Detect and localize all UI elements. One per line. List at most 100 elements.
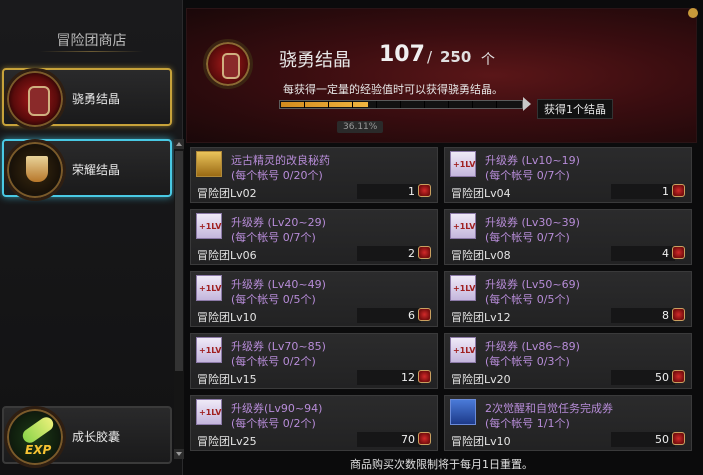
sidebar-item-glory-crystal[interactable]: 荣耀结晶 bbox=[2, 139, 172, 201]
item-price: 70 bbox=[401, 433, 415, 446]
progress-arrow-icon bbox=[523, 97, 531, 111]
item-name: 2次觉醒和自觉任务完成券 bbox=[485, 402, 613, 415]
progress-segment-divider bbox=[448, 101, 449, 108]
item-price: 50 bbox=[655, 433, 669, 446]
reset-notice: 商品购买次数限制将于每月1日重置。 bbox=[350, 458, 533, 471]
potion-icon bbox=[196, 151, 222, 177]
ticket-glyph: +1LV bbox=[199, 222, 222, 231]
progress-segment-divider bbox=[424, 101, 425, 108]
progress-segment-divider bbox=[496, 101, 497, 108]
currency-separator: / bbox=[427, 48, 433, 66]
item-name: 升级券 (Lv86~89) bbox=[485, 340, 580, 353]
crystal-currency-icon bbox=[672, 246, 685, 259]
shop-item-card[interactable]: +1LV 升级券 (Lv40~49) (每个帐号 0/5个) 冒险团Lv10 6 bbox=[190, 271, 438, 327]
item-requirement: 冒险团Lv08 bbox=[451, 249, 511, 262]
item-price: 4 bbox=[662, 247, 669, 260]
item-requirement: 冒险团Lv04 bbox=[451, 187, 511, 200]
item-requirement: 冒险团Lv10 bbox=[197, 311, 257, 324]
sidebar-item-label: 骁勇结晶 bbox=[72, 92, 121, 106]
scroll-down-arrow-icon[interactable] bbox=[174, 449, 184, 459]
shop-item-card[interactable]: +1LV 升级券 (Lv10~19) (每个帐号 0/7个) 冒险团Lv04 1 bbox=[444, 147, 692, 203]
item-name: 远古精灵的改良秘药 bbox=[231, 154, 330, 167]
currency-count: 107 bbox=[379, 42, 425, 67]
shop-item-card[interactable]: +1LV 升级券 (Lv50~69) (每个帐号 0/5个) 冒险团Lv12 8 bbox=[444, 271, 692, 327]
item-requirement: 冒险团Lv25 bbox=[197, 435, 257, 448]
shop-item-card[interactable]: 2次觉醒和自觉任务完成券 (每个帐号 1/1个) 冒险团Lv10 50 bbox=[444, 395, 692, 451]
crystal-currency-icon bbox=[672, 370, 685, 383]
item-purchase-limit: (每个帐号 0/3个) bbox=[485, 355, 570, 368]
shop-main-panel: 骁勇结晶 107 / 250 个 每获得一定量的经验值时可以获得骁勇结晶。 获得… bbox=[186, 8, 697, 475]
item-grid: 远古精灵的改良秘药 (每个帐号 0/20个) 冒险团Lv02 1 +1LV 升级券 (Lv… bbox=[186, 147, 694, 463]
progress-segment-divider bbox=[304, 101, 305, 108]
shop-item-card[interactable]: +1LV 升级券 (Lv20~29) (每个帐号 0/7个) 冒险团Lv06 2 bbox=[190, 209, 438, 265]
item-list-scrollbar[interactable] bbox=[174, 139, 184, 459]
progress-segment-divider bbox=[328, 101, 329, 108]
item-purchase-limit: (每个帐号 0/2个) bbox=[231, 355, 316, 368]
item-name: 升级券 (Lv20~29) bbox=[231, 216, 326, 229]
progress-percent: 36.11% bbox=[337, 121, 384, 133]
shop-item-card[interactable]: +1LV 升级券 (Lv86~89) (每个帐号 0/3个) 冒险团Lv20 50 bbox=[444, 333, 692, 389]
item-purchase-limit: (每个帐号 0/7个) bbox=[231, 231, 316, 244]
currency-header: 骁勇结晶 107 / 250 个 每获得一定量的经验值时可以获得骁勇结晶。 获得… bbox=[186, 8, 697, 143]
sidebar-item-growth-capsule[interactable]: 成长胶囊 bbox=[2, 406, 172, 468]
level-up-ticket-icon: +1LV bbox=[450, 337, 476, 363]
item-purchase-limit: (每个帐号 0/7个) bbox=[485, 169, 570, 182]
crystal-currency-icon bbox=[672, 432, 685, 445]
item-price: 1 bbox=[408, 185, 415, 198]
progress-segment-divider bbox=[400, 101, 401, 108]
level-up-ticket-icon: +1LV bbox=[450, 213, 476, 239]
progress-segment-divider bbox=[376, 101, 377, 108]
awakening-ticket-icon bbox=[450, 399, 476, 425]
item-purchase-limit: (每个帐号 0/20个) bbox=[231, 169, 323, 182]
fist-crystal-icon bbox=[203, 39, 253, 89]
progress-segment-divider bbox=[352, 101, 353, 108]
ticket-glyph: +1LV bbox=[199, 408, 222, 417]
item-price: 50 bbox=[655, 371, 669, 384]
sidebar-item-valor-crystal[interactable]: 骁勇结晶 bbox=[2, 68, 172, 130]
progress-segment-divider bbox=[472, 101, 473, 108]
ticket-glyph: +1LV bbox=[199, 284, 222, 293]
level-up-ticket-icon: +1LV bbox=[450, 275, 476, 301]
crystal-currency-icon bbox=[418, 184, 431, 197]
level-up-ticket-icon: +1LV bbox=[196, 337, 222, 363]
item-name: 升级券 (Lv40~49) bbox=[231, 278, 326, 291]
item-price: 12 bbox=[401, 371, 415, 384]
fist-crystal-icon bbox=[4, 68, 66, 130]
item-purchase-limit: (每个帐号 0/5个) bbox=[231, 293, 316, 306]
scroll-up-arrow-icon[interactable] bbox=[174, 139, 184, 149]
crystal-currency-icon bbox=[672, 184, 685, 197]
progress-fill bbox=[281, 102, 368, 107]
shop-item-card[interactable]: 远古精灵的改良秘药 (每个帐号 0/20个) 冒险团Lv02 1 bbox=[190, 147, 438, 203]
item-name: 升级券 (Lv70~85) bbox=[231, 340, 326, 353]
shop-item-card[interactable]: +1LV 升级券 (Lv30~39) (每个帐号 0/7个) 冒险团Lv08 4 bbox=[444, 209, 692, 265]
item-purchase-limit: (每个帐号 0/7个) bbox=[485, 231, 570, 244]
level-up-ticket-icon: +1LV bbox=[196, 399, 222, 425]
scroll-thumb[interactable] bbox=[175, 151, 183, 371]
item-price: 6 bbox=[408, 309, 415, 322]
level-up-ticket-icon: +1LV bbox=[196, 275, 222, 301]
shop-item-card[interactable]: +1LV 升级券(Lv90~94) (每个帐号 0/2个) 冒险团Lv25 70 bbox=[190, 395, 438, 451]
item-requirement: 冒险团Lv06 bbox=[197, 249, 257, 262]
item-name: 升级券 (Lv10~19) bbox=[485, 154, 580, 167]
sidebar-item-label: 成长胶囊 bbox=[72, 430, 121, 444]
currency-unit: 个 bbox=[481, 52, 495, 68]
currency-max: 250 bbox=[440, 48, 472, 66]
sidebar: 冒险团商店 骁勇结晶 荣耀结晶 成长胶囊 bbox=[0, 0, 183, 475]
item-requirement: 冒险团Lv20 bbox=[451, 373, 511, 386]
sidebar-title: 冒险团商店 bbox=[56, 33, 127, 49]
level-up-ticket-icon: +1LV bbox=[196, 213, 222, 239]
ticket-glyph: +1LV bbox=[199, 346, 222, 355]
sidebar-item-label: 荣耀结晶 bbox=[72, 163, 121, 177]
item-name: 升级券(Lv90~94) bbox=[231, 402, 323, 415]
currency-description: 每获得一定量的经验值时可以获得骁勇结晶。 bbox=[283, 83, 503, 96]
item-purchase-limit: (每个帐号 1/1个) bbox=[485, 417, 570, 430]
close-button[interactable] bbox=[688, 8, 698, 18]
sidebar-divider bbox=[40, 51, 143, 52]
crystal-currency-icon bbox=[418, 308, 431, 321]
exp-capsule-icon bbox=[4, 406, 66, 468]
crystal-currency-icon bbox=[672, 308, 685, 321]
ticket-glyph: +1LV bbox=[453, 346, 476, 355]
item-price: 2 bbox=[408, 247, 415, 260]
shop-item-card[interactable]: +1LV 升级券 (Lv70~85) (每个帐号 0/2个) 冒险团Lv15 12 bbox=[190, 333, 438, 389]
crystal-currency-icon bbox=[418, 370, 431, 383]
